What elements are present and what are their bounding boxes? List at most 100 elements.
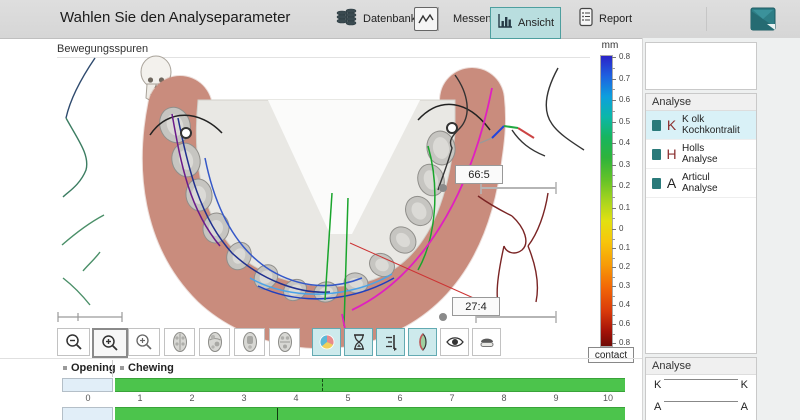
timeline-tick: 2 — [189, 393, 194, 403]
scale-tick-label: 0.4 — [619, 300, 630, 309]
timeline-tick: 4 — [293, 393, 298, 403]
collapse-arrow-icon — [63, 366, 67, 370]
timeline-track1-bar[interactable] — [115, 378, 625, 392]
timeline-track2-lead[interactable] — [62, 407, 113, 420]
scale-tick — [612, 324, 616, 325]
analyse-item-holls[interactable]: H HollsAnalyse — [646, 140, 756, 169]
zoom-in-icon — [100, 333, 120, 353]
arch-view-4-icon — [276, 331, 294, 353]
hourglass-button[interactable] — [344, 328, 373, 356]
measurement-upper[interactable]: 66:5 — [455, 165, 503, 184]
arch-view-4-button[interactable] — [269, 328, 300, 356]
export-button[interactable] — [748, 5, 778, 33]
color-sphere-button[interactable] — [312, 328, 341, 356]
report-document-icon — [578, 7, 594, 32]
visibility-button[interactable] — [440, 328, 469, 356]
measurement-lower[interactable]: 27:4 — [452, 297, 500, 316]
collapse-arrow-icon — [120, 366, 124, 370]
scale-tick-label: 0.2 — [619, 262, 630, 271]
scale-tick — [612, 277, 615, 278]
analysis-doc-icon — [652, 149, 661, 160]
model-visibility-button[interactable] — [472, 328, 501, 356]
scale-tick-label: 0.7 — [619, 74, 630, 83]
zoom-region-icon — [134, 332, 154, 352]
scale-tick — [612, 315, 615, 316]
contact-label[interactable]: contact — [588, 347, 634, 363]
jaw-model — [155, 100, 473, 316]
occlusion-lens-icon — [414, 332, 432, 352]
zoom-out-button[interactable] — [57, 328, 90, 356]
occlusion-lens-button[interactable] — [408, 328, 437, 356]
report-button[interactable]: Report — [572, 4, 638, 34]
page-title: Wahlen Sie den Analyseparameter — [60, 9, 290, 26]
analysis-doc-icon — [652, 178, 661, 189]
top-toolbar: Wahlen Sie den Analyseparameter Datenban… — [0, 0, 800, 39]
waveform-icon — [414, 7, 438, 31]
zoom-in-button[interactable] — [92, 328, 128, 358]
analyse-item-kolk[interactable]: K K olkKochkontralit — [646, 111, 756, 140]
analyse-legend-header: Analyse — [646, 358, 756, 375]
timeline-tick: 8 — [501, 393, 506, 403]
zoom-region-button[interactable] — [128, 328, 160, 356]
database-icon — [336, 7, 358, 32]
scale-tick-label: 0.1 — [619, 243, 630, 252]
scale-tick — [612, 79, 616, 80]
bar-chart-icon — [497, 13, 513, 34]
timeline-marker-1[interactable] — [322, 379, 323, 391]
arch-view-1-icon — [171, 331, 189, 353]
analysis-doc-icon — [652, 120, 661, 131]
scale-tick — [612, 343, 616, 344]
scale-tick-label: 0.4 — [619, 138, 630, 147]
timeline-track2-bar[interactable] — [115, 407, 625, 420]
analyse-list-header: Analyse — [646, 94, 756, 111]
scale-tick — [612, 186, 616, 187]
analyse-item-articul[interactable]: A ArticulAnalyse — [646, 169, 756, 198]
scale-tick-label: 0.2 — [619, 181, 630, 190]
export-icon — [748, 5, 778, 33]
legend-line — [664, 401, 738, 402]
scale-tick — [612, 229, 616, 230]
denture-icon — [478, 335, 496, 349]
jaw-3d-viewport[interactable] — [0, 38, 642, 358]
scale-tick — [612, 248, 616, 249]
scale-tick — [612, 334, 615, 335]
timeline-tick: 0 — [85, 393, 90, 403]
timeline-header-divider — [112, 360, 113, 377]
scale-tick — [612, 208, 616, 209]
arch-view-1-button[interactable] — [164, 328, 195, 356]
scale-tick-label: 0 — [619, 224, 623, 233]
ansicht-button[interactable]: Ansicht — [490, 7, 561, 39]
timeline-scale: 012345678910 — [0, 393, 640, 405]
timeline-tick: 1 — [137, 393, 142, 403]
report-label: Report — [599, 13, 632, 25]
messen-label: Messen — [453, 13, 492, 25]
arch-view-3-icon — [241, 331, 259, 353]
analyse-legend-box: Analyse K K A A — [645, 357, 757, 420]
timeline-tick: 6 — [397, 393, 402, 403]
scale-tick — [612, 239, 615, 240]
timeline-track1-lead[interactable] — [62, 378, 113, 392]
analysis-glyph-k: K — [664, 117, 679, 133]
analyse-item-label: ArticulAnalyse — [682, 172, 718, 194]
scale-ticks: 0.80.70.60.50.40.30.20.100.10.20.30.40.6… — [612, 55, 638, 347]
slider-levels-icon — [383, 333, 399, 351]
scale-tick — [612, 165, 616, 166]
analyse-list-box: Analyse K K olkKochkontralit H HollsAnal… — [645, 93, 757, 354]
analyse-item-label: HollsAnalyse — [682, 143, 718, 165]
toolbar-divider — [438, 7, 439, 31]
app-window: Wahlen Sie den Analyseparameter Datenban… — [0, 0, 800, 420]
timeline-marker-2[interactable] — [277, 408, 278, 420]
scale-tick-label: 0.8 — [619, 52, 630, 61]
timeline-section-chewing[interactable]: Chewing — [120, 362, 174, 374]
analyse-item-label: K olkKochkontralit — [682, 114, 740, 136]
trace-settings-button[interactable] — [376, 328, 405, 356]
scale-tick — [612, 305, 616, 306]
scale-tick — [612, 89, 615, 90]
arch-view-2-button[interactable] — [199, 328, 230, 356]
timeline-section-opening[interactable]: Opening — [63, 362, 116, 374]
scale-tick-label: 0.8 — [619, 338, 630, 347]
arch-view-3-button[interactable] — [234, 328, 265, 356]
scale-tick — [612, 100, 616, 101]
scale-tick — [612, 122, 616, 123]
scale-tick-label: 0.6 — [619, 95, 630, 104]
